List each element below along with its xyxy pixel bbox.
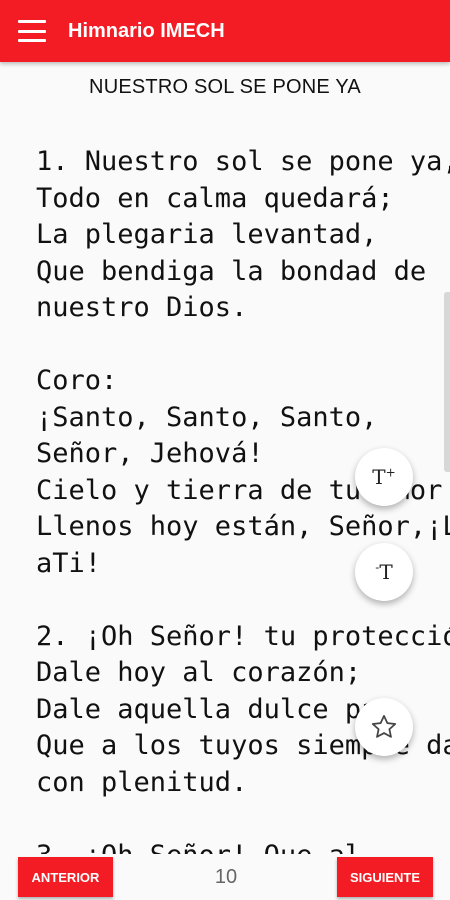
scrollbar[interactable] <box>444 292 450 472</box>
increase-font-button[interactable]: T+ <box>355 448 413 506</box>
previous-button[interactable]: ANTERIOR <box>18 857 113 897</box>
bottom-navigation: ANTERIOR 10 SIGUIENTE <box>0 854 450 900</box>
star-outline-icon <box>371 715 397 738</box>
increase-font-size-icon: T+ <box>372 465 396 489</box>
hamburger-menu-icon[interactable] <box>18 20 46 42</box>
app-title: Himnario IMECH <box>68 19 225 42</box>
page-number: 10 <box>214 866 238 888</box>
app-bar: Himnario IMECH <box>0 0 450 62</box>
hymn-title: NUESTRO SOL SE PONE YA <box>89 76 361 98</box>
decrease-font-size-icon: -T <box>375 560 393 584</box>
next-button[interactable]: SIGUIENTE <box>337 857 433 897</box>
favorite-button[interactable] <box>355 698 413 756</box>
decrease-font-button[interactable]: -T <box>355 543 413 601</box>
